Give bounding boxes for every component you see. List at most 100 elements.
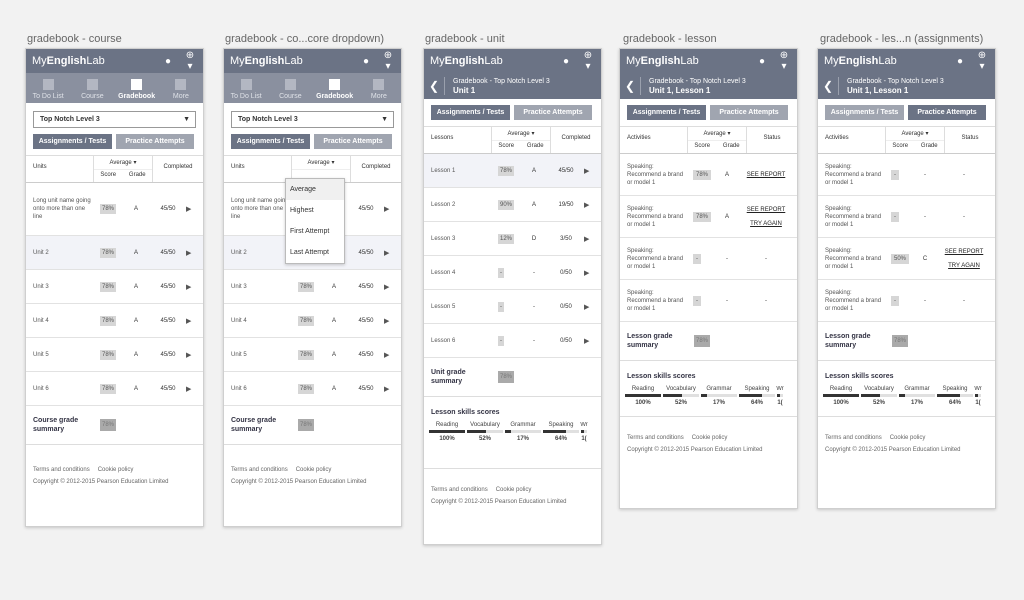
chevron-right-icon[interactable]: ▶ [384,385,389,393]
table-row[interactable]: Lesson 4 - - 0/50 ▶ [424,256,601,290]
cookie-link[interactable]: Cookie policy [98,467,134,473]
globe-icon[interactable]: ⊕ ▾ [381,50,395,72]
see-report-link[interactable]: SEE REPORT [747,207,786,213]
table-row[interactable]: Unit 6 78% A 45/50 ▶ [224,372,401,406]
chevron-right-icon[interactable]: ▶ [384,249,389,257]
breadcrumb: Gradebook - Top Notch Level 3 [453,78,550,85]
table-row[interactable]: Unit 5 78% A 45/50 ▶ [224,338,401,372]
chevron-right-icon[interactable]: ▶ [584,303,589,311]
chevron-right-icon[interactable]: ▶ [384,205,389,213]
chevron-right-icon[interactable]: ▶ [584,269,589,277]
table-row[interactable]: Unit 4 78% A 45/50 ▶ [26,304,203,338]
course-select[interactable]: Top Notch Level 3 ▼ [231,111,394,128]
assignments-tests-button[interactable]: Assignments / Tests [627,105,706,120]
chevron-right-icon[interactable]: ▶ [186,249,191,257]
back-arrow-icon[interactable]: ❮ [620,77,641,95]
average-header[interactable]: Average ▾ Score Grade [885,127,945,153]
see-report-link[interactable]: SEE REPORT [945,249,984,255]
tab-gradebook[interactable]: Gradebook [313,73,357,103]
table-row[interactable]: Unit 5 78% A 45/50 ▶ [26,338,203,372]
chevron-right-icon[interactable]: ▶ [584,337,589,345]
back-arrow-icon[interactable]: ❮ [424,77,445,95]
cookie-link[interactable]: Cookie policy [496,487,532,493]
chevron-right-icon[interactable]: ▶ [186,317,191,325]
tab-course[interactable]: Course [70,73,114,103]
see-report-link[interactable]: SEE REPORT [747,172,786,178]
notifications-icon[interactable]: ● [559,56,573,67]
chevron-down-icon: ▼ [381,116,388,123]
assignments-tests-button[interactable]: Assignments / Tests [231,134,310,149]
notifications-icon[interactable]: ● [161,56,175,67]
globe-icon[interactable]: ⊕ ▾ [975,50,989,72]
table-row[interactable]: Lesson 6 - - 0/50 ▶ [424,324,601,358]
chevron-right-icon[interactable]: ▶ [186,205,191,213]
status-header: Status [763,135,781,141]
completed-header: Completed [561,135,591,141]
terms-link[interactable]: Terms and conditions [627,435,684,441]
table-row[interactable]: Lesson 2 90% A 19/50 ▶ [424,188,601,222]
cookie-link[interactable]: Cookie policy [890,435,926,441]
assignments-tests-button[interactable]: Assignments / Tests [33,134,112,149]
cookie-link[interactable]: Cookie policy [296,467,332,473]
try-again-link[interactable]: TRY AGAIN [750,221,782,227]
globe-icon[interactable]: ⊕ ▾ [183,50,197,72]
cookie-link[interactable]: Cookie policy [692,435,728,441]
screen-course-dropdown: MyEnglishLab ● ⊕ ▾ To Do List Course Gra… [223,48,402,527]
table-row[interactable]: Lesson 5 - - 0/50 ▶ [424,290,601,324]
chevron-right-icon[interactable]: ▶ [384,283,389,291]
chevron-right-icon[interactable]: ▶ [186,351,191,359]
table-row: Speaking: Recommend a brand or model 1 -… [818,154,995,196]
tab-todo[interactable]: To Do List [224,73,268,103]
tab-gradebook[interactable]: Gradebook [115,73,159,103]
tab-more[interactable]: More [159,73,203,103]
table-row[interactable]: Unit 2 78% A 45/50 ▶ [26,236,203,270]
table-row[interactable]: Lesson 1 78% A 45/50 ▶ [424,154,601,188]
assignments-tests-button[interactable]: Assignments / Tests [825,105,904,120]
tab-more[interactable]: More [357,73,401,103]
dropdown-option-average[interactable]: Average [286,179,344,200]
dropdown-option-last-attempt[interactable]: Last Attempt [286,242,344,263]
assignments-tests-button[interactable]: Assignments / Tests [431,105,510,120]
tab-course[interactable]: Course [268,73,312,103]
average-header[interactable]: Average ▾ Score Grade [491,127,551,153]
practice-attempts-button[interactable]: Practice Attempts [514,105,592,120]
terms-link[interactable]: Terms and conditions [825,435,882,441]
table-row[interactable]: Lesson 3 12% D 3/50 ▶ [424,222,601,256]
chevron-right-icon[interactable]: ▶ [584,235,589,243]
chevron-right-icon[interactable]: ▶ [584,167,589,175]
terms-link[interactable]: Terms and conditions [231,467,288,473]
course-select[interactable]: Top Notch Level 3 ▼ [33,111,196,128]
segmented-control: Assignments / Tests Practice Attempts [33,134,196,149]
back-arrow-icon[interactable]: ❮ [818,77,839,95]
tab-todo[interactable]: To Do List [26,73,70,103]
average-header[interactable]: Average ▾ Score Grade [93,156,153,182]
globe-icon[interactable]: ⊕ ▾ [777,50,791,72]
notifications-icon[interactable]: ● [359,56,373,67]
chevron-right-icon[interactable]: ▶ [584,201,589,209]
notifications-icon[interactable]: ● [953,56,967,67]
table-row[interactable]: Unit 6 78% A 45/50 ▶ [26,372,203,406]
table-row[interactable]: Unit 4 78% A 45/50 ▶ [224,304,401,338]
table-row[interactable]: Long unit name going onto more than one … [26,183,203,236]
chevron-right-icon[interactable]: ▶ [384,317,389,325]
chevron-right-icon[interactable]: ▶ [384,351,389,359]
terms-link[interactable]: Terms and conditions [33,467,90,473]
chevron-right-icon[interactable]: ▶ [186,385,191,393]
notifications-icon[interactable]: ● [755,56,769,67]
gradebook-icon [131,79,143,90]
practice-attempts-button[interactable]: Practice Attempts [908,105,986,120]
chevron-right-icon[interactable]: ▶ [186,283,191,291]
table-row: Speaking: Recommend a brand or model 1 7… [620,154,797,196]
globe-icon[interactable]: ⊕ ▾ [581,50,595,72]
footer: Terms and conditions Cookie policy Copyri… [424,468,601,505]
practice-attempts-button[interactable]: Practice Attempts [116,134,194,149]
table-row[interactable]: Unit 3 78% A 45/50 ▶ [26,270,203,304]
dropdown-option-first-attempt[interactable]: First Attempt [286,221,344,242]
average-header[interactable]: Average ▾ Score Grade [687,127,747,153]
table-row[interactable]: Unit 3 78% A 45/50 ▶ [224,270,401,304]
practice-attempts-button[interactable]: Practice Attempts [710,105,788,120]
terms-link[interactable]: Terms and conditions [431,487,488,493]
dropdown-option-highest[interactable]: Highest [286,200,344,221]
try-again-link[interactable]: TRY AGAIN [948,263,980,269]
practice-attempts-button[interactable]: Practice Attempts [314,134,392,149]
